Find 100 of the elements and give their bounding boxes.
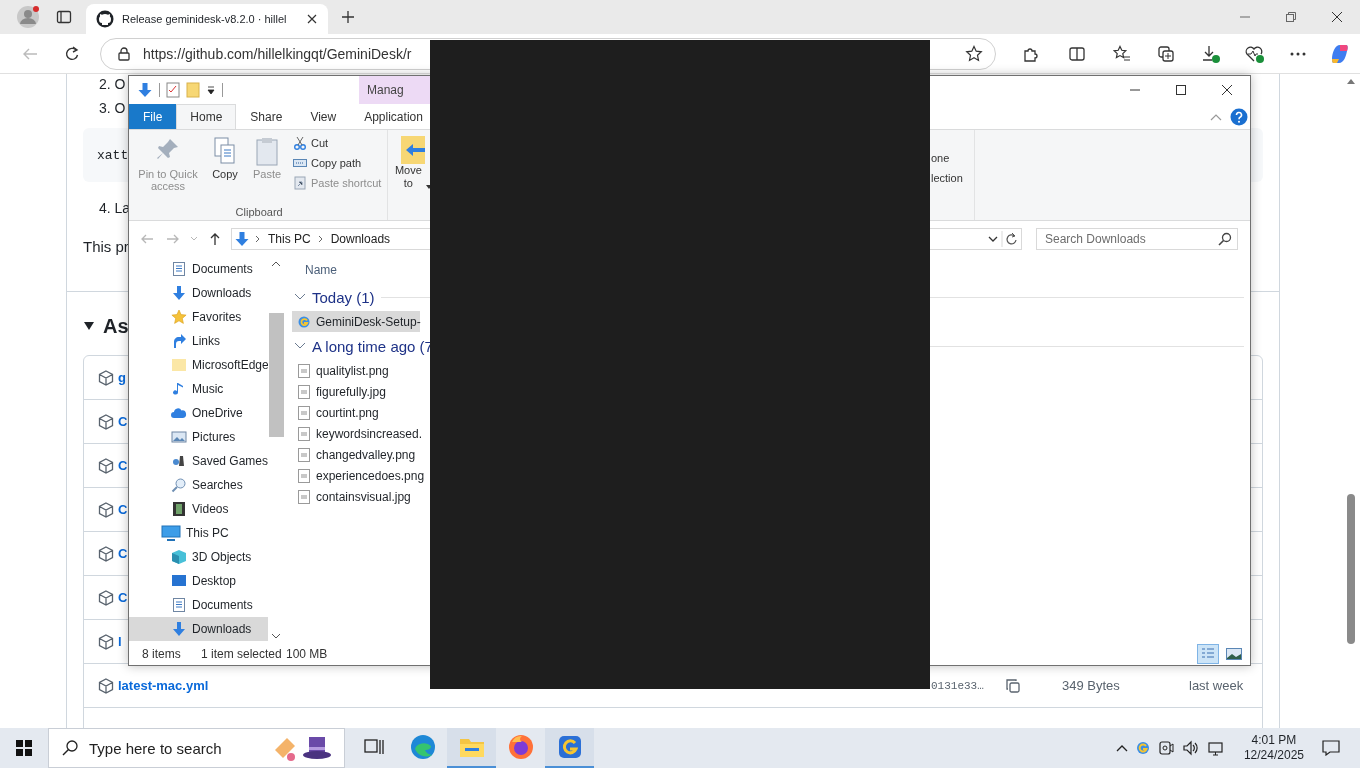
star-icon[interactable] [965, 44, 983, 63]
chevron-down-icon[interactable] [987, 234, 999, 244]
nav-item[interactable]: Documents [129, 257, 268, 281]
file-row[interactable]: qualitylist.png [292, 360, 420, 381]
notification-icon[interactable] [1322, 740, 1340, 756]
file-row[interactable]: keywordsincreased. [292, 423, 420, 444]
breadcrumb-item[interactable]: This PC [266, 232, 313, 246]
network-icon[interactable] [1207, 740, 1226, 756]
split-screen-icon[interactable] [1068, 44, 1086, 63]
close-icon[interactable] [1331, 11, 1343, 23]
taskbar-search-field[interactable]: Type here to search [48, 728, 345, 768]
restore-icon[interactable] [1285, 11, 1297, 23]
search-field[interactable]: Search Downloads [1036, 228, 1238, 250]
nav-item[interactable]: OneDrive [129, 401, 268, 425]
tab-title: Release geminidesk-v8.2.0 · hillel [122, 13, 287, 25]
chevron-right-icon [317, 235, 324, 243]
nav-item[interactable]: Downloads [129, 617, 268, 641]
favorites-icon[interactable] [1113, 44, 1131, 63]
help-icon[interactable] [1230, 107, 1248, 126]
breadcrumb-item[interactable]: Downloads [328, 232, 393, 246]
asset-link[interactable]: C [118, 546, 128, 561]
collapse-triangle-icon[interactable] [83, 321, 95, 331]
asset-link[interactable]: l [118, 634, 122, 649]
properties-icon[interactable] [166, 82, 180, 98]
chevron-up-icon[interactable] [1115, 744, 1128, 752]
up-arrow-icon [208, 232, 222, 246]
close-icon[interactable] [306, 13, 318, 25]
taskbar-app[interactable] [545, 728, 594, 768]
asset-link[interactable]: C [118, 414, 128, 429]
file-row[interactable]: containsvisual.jpg [292, 486, 420, 507]
nav-item[interactable]: Pictures [129, 425, 268, 449]
context-tab-header: Manag [359, 76, 431, 104]
scrollbar-thumb[interactable] [268, 313, 284, 437]
ribbon-button[interactable]: lection [931, 172, 974, 184]
nav-item[interactable]: Saved Games [129, 449, 268, 473]
asset-link[interactable]: C [118, 458, 128, 473]
taskbar-app[interactable] [447, 728, 496, 768]
asset-link[interactable]: C [118, 502, 128, 517]
ribbon-button[interactable]: Copy path [291, 154, 384, 172]
nav-item[interactable]: Links [129, 329, 268, 353]
app-tray-icon[interactable] [1135, 741, 1150, 755]
group-title[interactable]: Today (1) [312, 288, 375, 306]
download-icon[interactable] [1201, 44, 1221, 63]
film-icon [171, 501, 187, 517]
clock[interactable]: 4:01 PM 12/24/2025 [1233, 733, 1314, 763]
download-arrow-icon [171, 285, 187, 301]
speaker-icon[interactable] [1181, 740, 1200, 756]
file-row[interactable]: changedvalley.png [292, 444, 420, 465]
collapse-ribbon-icon[interactable] [1210, 112, 1222, 121]
file-row[interactable]: GeminiDesk-Setup- [292, 311, 420, 332]
ribbon-tab[interactable]: File [129, 104, 177, 129]
scroll-up-icon[interactable] [271, 261, 281, 267]
new-tab-icon[interactable] [341, 10, 355, 24]
more-icon[interactable] [1290, 51, 1306, 56]
nav-item[interactable]: This PC [129, 521, 268, 545]
ribbon-tab[interactable]: Application [350, 104, 431, 129]
forward-arrow-icon [166, 232, 180, 246]
package-icon [98, 677, 114, 694]
browser-tab[interactable]: Release geminidesk-v8.2.0 · hillel [86, 4, 328, 34]
copilot-icon[interactable] [1329, 42, 1351, 65]
ribbon-button[interactable]: Cut [291, 134, 384, 152]
ribbon-button[interactable]: one [931, 152, 974, 164]
nav-item[interactable]: 3D Objects [129, 545, 268, 569]
asset-link[interactable]: g [118, 370, 126, 385]
image-file-icon [298, 384, 310, 399]
file-row[interactable]: figurefully.jpg [292, 381, 420, 402]
address-bar[interactable]: This PC Downloads [231, 228, 431, 250]
customize-caret-icon[interactable] [206, 85, 216, 95]
nav-item[interactable]: Desktop [129, 569, 268, 593]
nav-item[interactable]: Music [129, 377, 268, 401]
collections-icon[interactable] [1157, 44, 1175, 63]
refresh-icon[interactable] [64, 45, 80, 62]
folder-icon [171, 357, 187, 373]
asset-link[interactable]: latest-mac.yml [118, 678, 209, 693]
nav-item[interactable]: Favorites [129, 305, 268, 329]
windows-logo-icon [16, 740, 32, 756]
magnifier-icon [171, 477, 187, 493]
ribbon-tab[interactable]: Share [236, 104, 297, 129]
move-folder-icon [399, 134, 426, 164]
camera-icon[interactable] [1157, 740, 1174, 756]
asset-link[interactable]: C [118, 590, 128, 605]
nav-item[interactable]: Videos [129, 497, 268, 521]
nav-item[interactable]: MicrosoftEdge [129, 353, 268, 377]
ribbon-tab[interactable]: Home [176, 104, 237, 129]
nav-item[interactable]: Downloads [129, 281, 268, 305]
date-text: 12/24/2025 [1243, 748, 1304, 763]
ribbon-button[interactable]: Copy [207, 134, 243, 206]
ribbon-tab[interactable]: View [296, 104, 351, 129]
tab-actions-icon[interactable] [56, 9, 72, 25]
scroll-down-icon[interactable] [271, 633, 281, 639]
file-row[interactable]: courtint.png [292, 402, 420, 423]
copy-icon[interactable] [1005, 677, 1021, 694]
column-header[interactable]: Name [305, 263, 337, 277]
heart-pulse-icon[interactable] [1245, 44, 1265, 63]
scroll-up-icon[interactable] [1347, 78, 1355, 84]
download-arrow-icon[interactable] [137, 82, 153, 98]
nav-item[interactable]: Documents [129, 593, 268, 617]
scrollbar-thumb[interactable] [1347, 494, 1355, 644]
nav-item[interactable]: Searches [129, 473, 268, 497]
app-icon [557, 735, 582, 759]
